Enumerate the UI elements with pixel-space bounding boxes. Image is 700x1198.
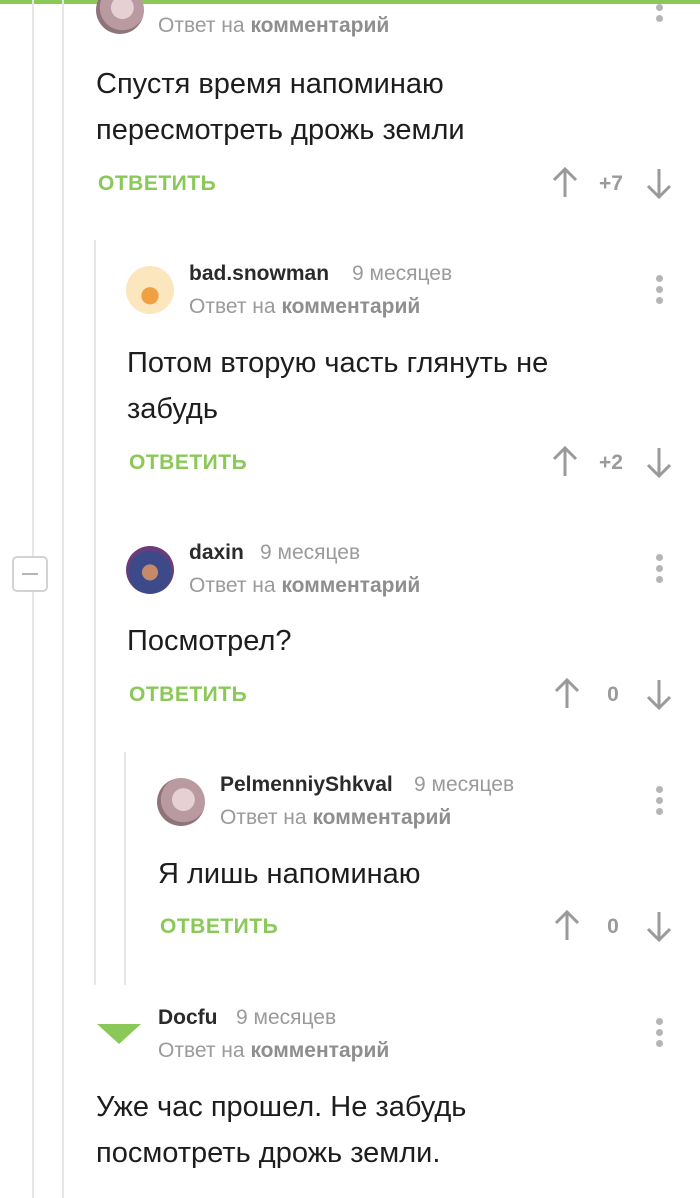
avatar[interactable] [157,778,205,826]
minus-rating-icon [97,1024,141,1044]
avatar[interactable] [96,0,144,34]
comment-score: 0 [607,683,619,706]
reply-prefix: Ответ на [158,1039,245,1062]
comment-time: 9 месяцев [352,262,453,285]
downvote-arrow-icon[interactable] [646,167,672,199]
thread-line[interactable] [94,240,96,985]
reply-prefix: Ответ на [189,574,276,597]
reply-to-link[interactable]: Ответ на комментарий [158,1039,389,1063]
reply-to-link[interactable]: Ответ на комментарий [189,295,420,319]
downvote-arrow-icon[interactable] [646,910,672,942]
upvote-arrow-icon[interactable] [554,678,580,710]
reply-target: комментарий [281,574,421,597]
comment-text-line: Потом вторую часть глянуть не [127,347,549,379]
reply-target: комментарий [250,14,390,37]
comment-text-line: Спустя время напоминаю [96,68,444,100]
comment-text-line: Уже час прошел. Не забудь [96,1091,467,1123]
comment-username[interactable]: bad.snowman [189,262,329,286]
upvote-arrow-icon[interactable] [554,910,580,942]
comment-time: 9 месяцев [414,773,515,796]
reply-button[interactable]: ОТВЕТИТЬ [129,451,247,475]
downvote-arrow-icon[interactable] [646,678,672,710]
comment-username[interactable]: daxin [189,541,244,565]
more-options-icon[interactable] [654,4,664,34]
comment-time: 9 месяцев [260,541,361,564]
avatar[interactable] [126,546,174,594]
thread-line[interactable] [124,752,126,985]
comment-username[interactable]: PelmenniyShkval [220,773,393,797]
comment-score: 0 [607,915,619,938]
reply-to-link[interactable]: Ответ на комментарий [158,14,389,38]
upvote-arrow-icon[interactable] [552,167,578,199]
thread-line[interactable] [62,0,64,1198]
comment-username[interactable]: Docfu [158,1006,218,1030]
upvote-arrow-icon[interactable] [552,446,578,478]
comment-text: Потом вторую часть глянуть не забудь [127,340,548,432]
comment-text: Я лишь напоминаю [158,851,421,897]
reply-target: комментарий [281,295,421,318]
comment-text-line: забудь [127,393,218,425]
more-options-icon[interactable] [654,1018,664,1048]
reply-button[interactable]: ОТВЕТИТЬ [98,172,216,196]
comment-score: +7 [599,172,623,195]
thread-line[interactable] [32,0,34,1198]
comment-time: 9 месяцев [236,1006,337,1029]
reply-target: комментарий [250,1039,390,1062]
comment-text-line: пересмотреть дрожь земли [96,114,465,146]
reply-button[interactable]: ОТВЕТИТЬ [129,683,247,707]
more-options-icon[interactable] [654,786,664,816]
more-options-icon[interactable] [654,554,664,584]
reply-prefix: Ответ на [158,14,245,37]
reply-to-link[interactable]: Ответ на комментарий [220,806,451,830]
collapse-thread-button[interactable] [12,556,48,592]
comment-text: Уже час прошел. Не забудь посмотреть дро… [96,1084,466,1176]
downvote-arrow-icon[interactable] [646,446,672,478]
comment-text: Спустя время напоминаю пересмотреть дрож… [96,61,465,153]
comment-text-line: Я лишь напоминаю [158,858,421,890]
comment-text: Посмотрел? [127,618,292,664]
reply-prefix: Ответ на [220,806,307,829]
comment-text-line: Посмотрел? [127,625,292,657]
reply-button[interactable]: ОТВЕТИТЬ [160,915,278,939]
reply-to-link[interactable]: Ответ на комментарий [189,574,420,598]
comment-score: +2 [599,451,623,474]
reply-prefix: Ответ на [189,295,276,318]
more-options-icon[interactable] [654,275,664,305]
avatar[interactable] [126,266,174,314]
comment-text-line: посмотреть дрожь земли. [96,1137,441,1169]
reply-target: комментарий [312,806,452,829]
